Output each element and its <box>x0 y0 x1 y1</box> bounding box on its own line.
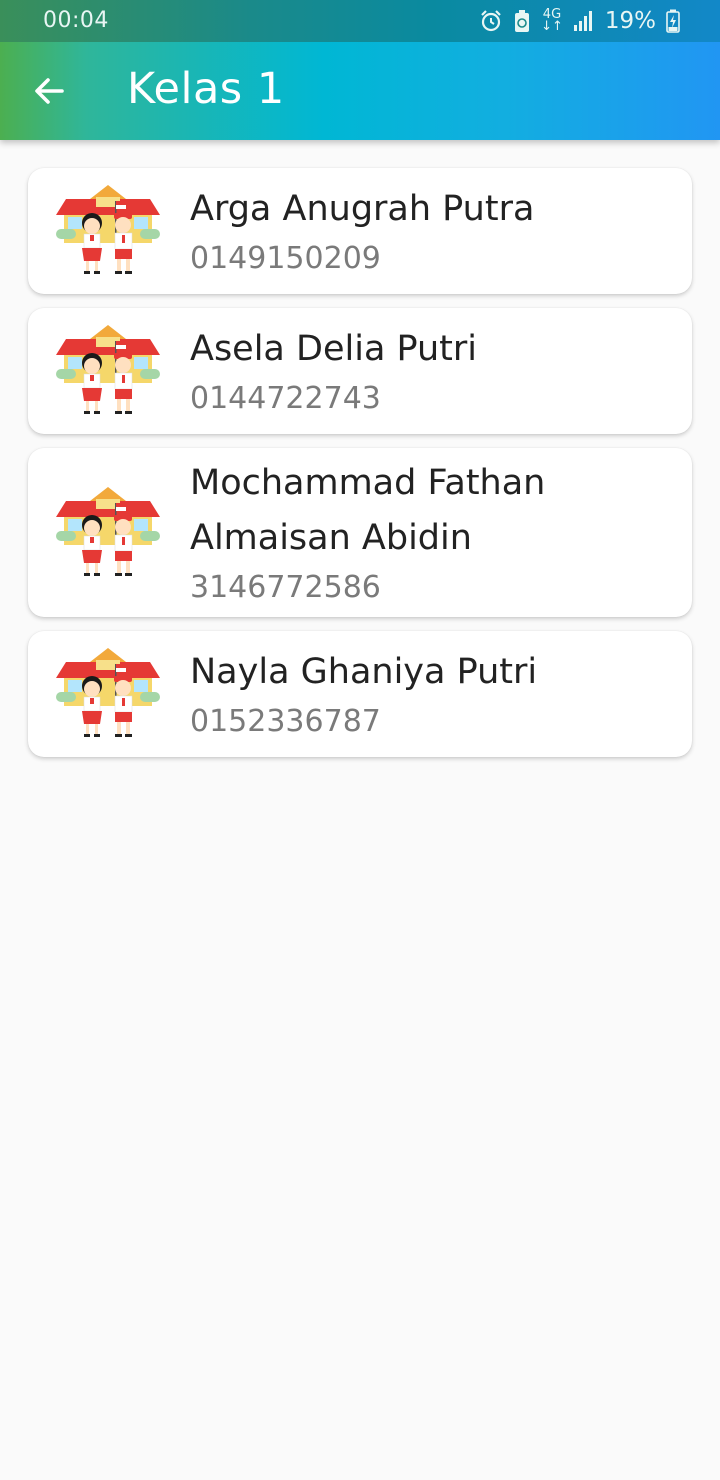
alarm-icon <box>481 10 501 32</box>
school-children-icon <box>56 647 160 738</box>
arrow-left-icon <box>35 78 64 104</box>
battery-percentage: 19% <box>604 8 656 34</box>
student-id: 0152336787 <box>190 703 381 739</box>
student-card[interactable]: Nayla Ghaniya Putri 0152336787 <box>28 631 692 757</box>
back-button[interactable] <box>22 64 76 118</box>
student-id: 0144722743 <box>190 380 381 416</box>
student-id: 0149150209 <box>190 240 381 276</box>
student-name: Asela Delia Putri <box>190 328 478 369</box>
school-children-icon <box>56 324 160 415</box>
student-name-line-2: Almaisan Abidin <box>190 517 472 558</box>
student-card[interactable]: Arga Anugrah Putra 0149150209 <box>28 168 692 294</box>
network-type: 4G ↓↑ <box>541 7 563 34</box>
student-name: Nayla Ghaniya Putri <box>190 651 538 692</box>
student-card[interactable]: Mochammad Fathan Almaisan Abidin 3146772… <box>28 448 692 617</box>
battery-charging-icon <box>666 9 680 33</box>
network-type-label: 4G <box>542 7 562 22</box>
battery-saver-icon <box>515 10 530 32</box>
student-name-line-1: Mochammad Fathan <box>190 462 546 503</box>
status-time: 00:04 <box>43 8 109 33</box>
status-icons: 4G ↓↑ 19% <box>479 7 680 35</box>
school-children-icon <box>56 486 160 576</box>
school-children-icon <box>56 184 160 275</box>
student-list: Arga Anugrah Putra 0149150209 Asela Deli… <box>28 168 692 771</box>
status-bar: 00:04 4G ↓↑ 19% <box>0 0 720 42</box>
student-name: Arga Anugrah Putra <box>190 188 535 229</box>
signal-icon <box>573 11 592 31</box>
header: 00:04 4G ↓↑ 19% Kelas 1 <box>0 0 720 140</box>
page-title: Kelas 1 <box>127 64 285 114</box>
app-bar: Kelas 1 <box>0 42 720 140</box>
student-id: 3146772586 <box>190 569 381 605</box>
student-card[interactable]: Asela Delia Putri 0144722743 <box>28 308 692 434</box>
